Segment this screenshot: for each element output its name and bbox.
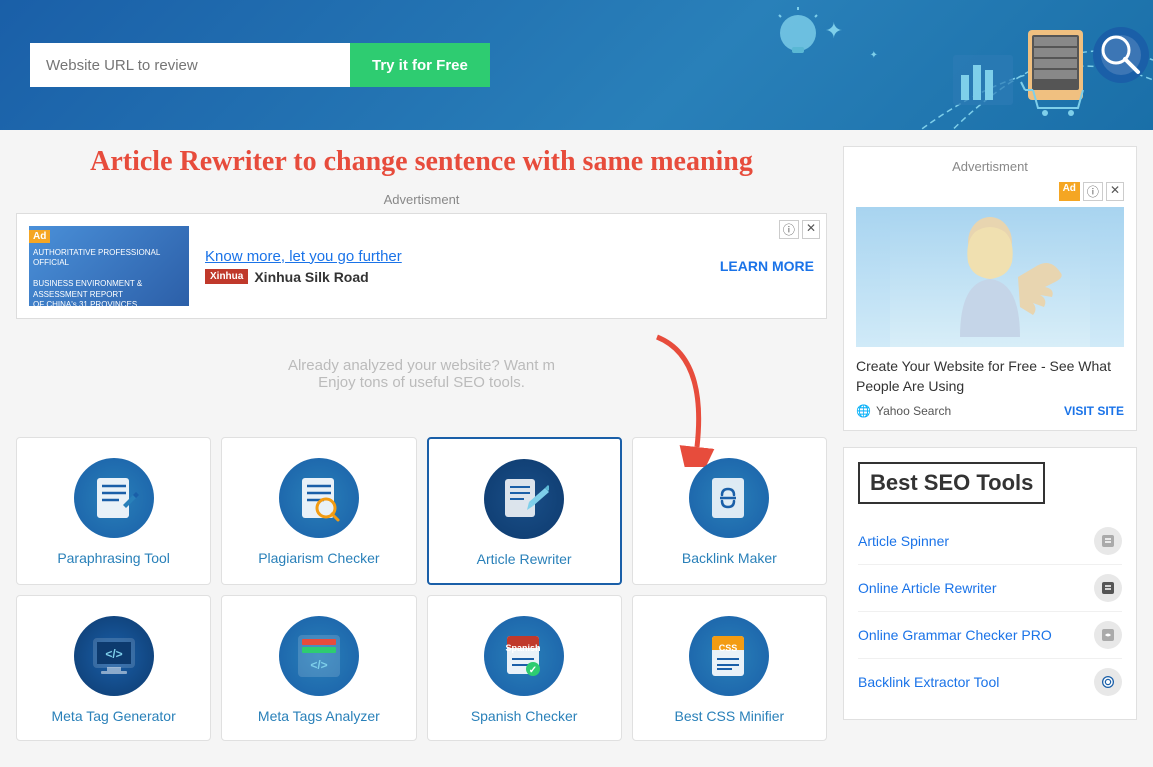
header-search-area: Try it for Free	[30, 43, 490, 87]
metatag-icon: </>	[74, 616, 154, 696]
plagiarism-icon	[279, 458, 359, 538]
left-content: Article Rewriter to change sentence with…	[16, 146, 827, 741]
spanish-label: Spanish Checker	[438, 708, 611, 724]
ad-close-icon[interactable]: ✕	[802, 220, 820, 239]
backlink-label: Backlink Maker	[643, 550, 816, 566]
globe-icon: 🌐	[856, 404, 871, 418]
main-container: Article Rewriter to change sentence with…	[0, 130, 1153, 741]
seo-tool-link-3: Backlink Extractor Tool	[858, 674, 999, 690]
seo-tool-icon-3	[1094, 668, 1122, 696]
sidebar-ad-tag: Ad	[1059, 182, 1080, 201]
tool-card-metaanalyzer[interactable]: </> Meta Tags Analyzer	[221, 595, 416, 741]
sidebar-ad-text: Create Your Website for Free - See What …	[856, 357, 1124, 396]
sidebar-ad-source: 🌐 Yahoo Search	[856, 404, 951, 418]
plagiarism-label: Plagiarism Checker	[232, 550, 405, 566]
sidebar-ad-image	[856, 207, 1124, 347]
try-button[interactable]: Try it for Free	[350, 43, 490, 87]
css-label: Best CSS Minifier	[643, 708, 816, 724]
seo-tool-item-3[interactable]: Backlink Extractor Tool	[858, 659, 1122, 705]
tool-card-metatag[interactable]: </> Meta Tag Generator	[16, 595, 211, 741]
seo-tool-link-0: Article Spinner	[858, 533, 949, 549]
metaanalyzer-icon: </>	[279, 616, 359, 696]
seo-tool-icon-0	[1094, 527, 1122, 555]
ad-brand-name: Xinhua Silk Road	[254, 269, 368, 285]
header-decoration	[733, 0, 1153, 130]
page-title: Article Rewriter to change sentence with…	[16, 146, 827, 178]
seo-tools-title: Best SEO Tools	[858, 462, 1045, 504]
svg-text:</>: </>	[105, 647, 122, 661]
ad-info-icon[interactable]: ⓘ	[779, 220, 799, 239]
rewriter-icon	[484, 459, 564, 539]
svg-text:</>: </>	[310, 658, 327, 672]
right-sidebar: Advertisment Ad ⓘ ✕	[827, 146, 1137, 741]
ad-img-text: AUTHORITATIVE PROFESSIONALOFFICIALBUSINE…	[29, 244, 189, 306]
ad-link[interactable]: Know more, let you go further	[205, 248, 720, 265]
seo-tool-item-0[interactable]: Article Spinner	[858, 518, 1122, 565]
paraphrasing-icon	[74, 458, 154, 538]
seo-tool-link-2: Online Grammar Checker PRO	[858, 627, 1052, 643]
red-arrow	[627, 327, 747, 471]
seo-tools-box: Best SEO Tools Article Spinner Online Ar…	[843, 447, 1137, 720]
ad-brand: Xinhua Xinhua Silk Road	[205, 269, 720, 285]
metaanalyzer-label: Meta Tags Analyzer	[232, 708, 405, 724]
seo-tool-link-1: Online Article Rewriter	[858, 580, 997, 596]
tool-card-spanish[interactable]: Spanish ✓ Spanish Checker	[427, 595, 622, 741]
tool-card-rewriter[interactable]: Article Rewriter	[427, 437, 622, 585]
tool-card-plagiarism[interactable]: Plagiarism Checker	[221, 437, 416, 585]
ad-label-top: Advertisment	[16, 192, 827, 207]
seo-tool-item-2[interactable]: Online Grammar Checker PRO	[858, 612, 1122, 659]
ad-content: Know more, let you go further Xinhua Xin…	[205, 248, 720, 285]
sidebar-ad-source-text: Yahoo Search	[876, 404, 951, 418]
sidebar-visit-btn[interactable]: VISIT SITE	[1064, 404, 1124, 418]
sidebar-ad-image-svg	[890, 207, 1090, 347]
tool-grid: Paraphrasing Tool Plagiarism Checker	[16, 437, 827, 741]
ad-learn-more[interactable]: LEARN MORE	[720, 258, 814, 274]
ad-brand-logo: Xinhua	[205, 269, 248, 284]
tool-card-paraphrasing[interactable]: Paraphrasing Tool	[16, 437, 211, 585]
spanish-icon: Spanish ✓	[484, 616, 564, 696]
ad-image: Ad AUTHORITATIVE PROFESSIONALOFFICIALBUS…	[29, 226, 189, 306]
seo-tool-icon-2	[1094, 621, 1122, 649]
url-input[interactable]	[30, 43, 350, 87]
seo-tool-item-1[interactable]: Online Article Rewriter	[858, 565, 1122, 612]
svg-text:Spanish: Spanish	[506, 643, 541, 653]
ad-banner-top: ⓘ ✕ Ad AUTHORITATIVE PROFESSIONALOFFICIA…	[16, 213, 827, 319]
lightbulb-icon	[773, 5, 823, 75]
sidebar-ad-footer: 🌐 Yahoo Search VISIT SITE	[856, 404, 1124, 418]
rewriter-label: Article Rewriter	[439, 551, 610, 567]
sidebar-ad-controls: Ad ⓘ ✕	[856, 182, 1124, 201]
sidebar-ad-label: Advertisment	[856, 159, 1124, 174]
paraphrasing-label: Paraphrasing Tool	[27, 550, 200, 566]
svg-text:CSS: CSS	[719, 643, 738, 653]
sidebar-ad-close-icon[interactable]: ✕	[1106, 182, 1124, 201]
backlink-icon	[689, 458, 769, 538]
ad-tag: Ad	[29, 230, 50, 243]
svg-text:✓: ✓	[529, 665, 537, 676]
sidebar-ad: Advertisment Ad ⓘ ✕	[843, 146, 1137, 431]
seo-tool-icon-1	[1094, 574, 1122, 602]
sidebar-ad-info-icon[interactable]: ⓘ	[1083, 182, 1103, 201]
promo-area: Already analyzed your website? Want m En…	[16, 337, 827, 427]
ad-controls: ⓘ ✕	[779, 220, 820, 239]
metatag-label: Meta Tag Generator	[27, 708, 200, 724]
header: Try it for Free ✦ ✦	[0, 0, 1153, 130]
tool-card-css[interactable]: CSS Best CSS Minifier	[632, 595, 827, 741]
css-icon: CSS	[689, 616, 769, 696]
